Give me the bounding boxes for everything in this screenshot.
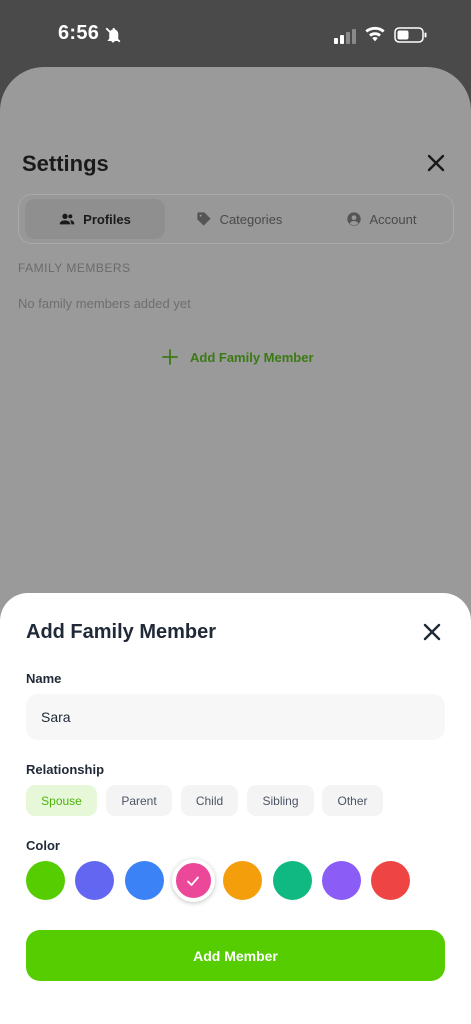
plus-icon bbox=[162, 349, 178, 365]
relationship-label: Relationship bbox=[26, 762, 105, 777]
tab-account[interactable]: Account bbox=[313, 199, 449, 239]
users-icon bbox=[59, 213, 75, 225]
relationship-chip-child[interactable]: Child bbox=[181, 785, 238, 816]
add-member-button[interactable]: Add Member bbox=[26, 930, 445, 981]
tab-categories[interactable]: Categories bbox=[169, 199, 309, 239]
relationship-chip-spouse[interactable]: Spouse bbox=[26, 785, 97, 816]
settings-title: Settings bbox=[22, 151, 109, 176]
check-icon bbox=[187, 876, 200, 886]
color-swatch-1[interactable] bbox=[26, 861, 65, 900]
bell-muted-icon bbox=[105, 27, 121, 43]
tab-categories-label: Categories bbox=[219, 211, 283, 227]
family-members-heading: FAMILY MEMBERS bbox=[18, 261, 131, 275]
color-swatch-3[interactable] bbox=[124, 861, 164, 900]
relationship-chip-other[interactable]: Other bbox=[322, 785, 383, 816]
modal-close-icon[interactable] bbox=[423, 623, 441, 641]
color-swatch-7[interactable] bbox=[321, 861, 361, 900]
color-swatch-8[interactable] bbox=[371, 861, 411, 900]
battery-icon bbox=[394, 27, 427, 43]
cellular-signal-icon bbox=[334, 29, 356, 44]
settings-tabs: Profiles Categories Account bbox=[18, 194, 454, 244]
relationship-chip-parent[interactable]: Parent bbox=[106, 785, 172, 816]
add-member-modal: Add Family Member Name Relationship Spou… bbox=[0, 593, 471, 1024]
status-time: 6:56 bbox=[58, 22, 100, 44]
color-swatch-2[interactable] bbox=[75, 861, 115, 900]
tab-account-label: Account bbox=[369, 211, 417, 227]
add-family-member-label: Add Family Member bbox=[190, 349, 314, 365]
color-label: Color bbox=[26, 838, 60, 853]
tab-profiles-label: Profiles bbox=[83, 211, 131, 227]
name-label: Name bbox=[26, 671, 62, 686]
modal-title: Add Family Member bbox=[26, 621, 217, 643]
name-input[interactable] bbox=[26, 694, 445, 740]
wifi-icon bbox=[365, 26, 385, 42]
status-bar: 6:56 bbox=[0, 0, 471, 66]
tab-profiles[interactable]: Profiles bbox=[25, 199, 165, 239]
color-swatch-4[interactable] bbox=[171, 859, 215, 902]
add-family-member-link[interactable]: Add Family Member bbox=[162, 349, 314, 365]
account-circle-icon bbox=[346, 212, 361, 226]
color-swatch-5[interactable] bbox=[223, 861, 263, 900]
settings-close-icon[interactable] bbox=[426, 153, 446, 173]
relationship-chip-sibling[interactable]: Sibling bbox=[247, 785, 314, 816]
color-swatch-6[interactable] bbox=[272, 861, 312, 900]
empty-state-text: No family members added yet bbox=[18, 296, 191, 311]
tag-icon bbox=[196, 212, 211, 226]
